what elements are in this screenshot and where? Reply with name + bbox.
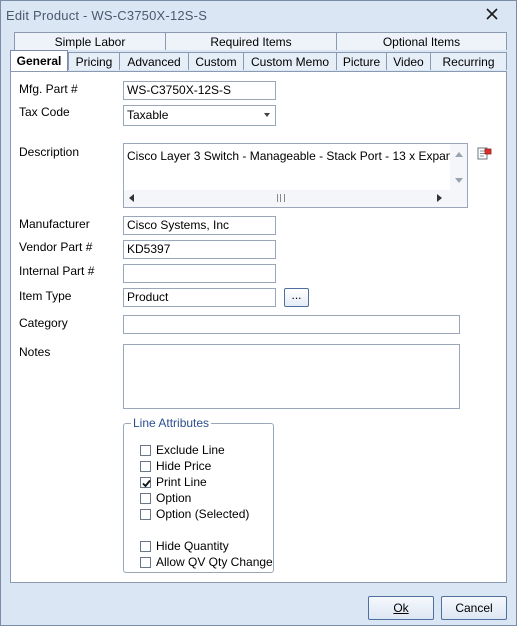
manufacturer-label: Manufacturer xyxy=(19,217,90,231)
category-label: Category xyxy=(19,316,68,330)
hide-price-checkbox[interactable]: Hide Price xyxy=(140,458,211,474)
tab-pricing[interactable]: Pricing xyxy=(68,52,120,70)
notes-field[interactable] xyxy=(123,344,460,409)
tab-required-items[interactable]: Required Items xyxy=(165,32,337,50)
checkmark-icon xyxy=(142,479,151,487)
mfg-part-label: Mfg. Part # xyxy=(19,82,78,96)
tab-row-bottom: General Pricing Advanced Custom Custom M… xyxy=(10,50,507,71)
option-checkbox[interactable]: Option xyxy=(140,490,191,506)
exclude-line-label: Exclude Line xyxy=(156,443,225,457)
tab-custom-memo[interactable]: Custom Memo xyxy=(243,52,337,70)
scroll-grip-icon[interactable] xyxy=(277,194,285,202)
tab-picture[interactable]: Picture xyxy=(336,52,387,70)
edit-product-window: Edit Product - WS-C3750X-12S-S Simple La… xyxy=(0,0,517,626)
mfg-part-field[interactable]: WS-C3750X-12S-S xyxy=(123,81,276,100)
internal-part-field[interactable] xyxy=(123,264,276,283)
close-icon xyxy=(486,8,498,20)
tax-code-value: Taxable xyxy=(127,108,169,122)
checkbox-box[interactable] xyxy=(140,508,151,520)
notes-label: Notes xyxy=(19,345,51,359)
category-field[interactable] xyxy=(123,315,460,334)
hide-price-label: Hide Price xyxy=(156,459,212,473)
exclude-line-checkbox[interactable]: Exclude Line xyxy=(140,442,225,458)
scroll-right-icon[interactable] xyxy=(437,194,442,202)
allow-qv-qty-change-label: Allow QV Qty Change xyxy=(156,555,273,569)
description-field[interactable]: Cisco Layer 3 Switch - Manageable - Stac… xyxy=(123,143,468,208)
checkbox-box[interactable] xyxy=(140,460,151,472)
checkbox-box[interactable] xyxy=(140,444,151,456)
cancel-label: Cancel xyxy=(455,601,493,615)
item-type-field[interactable]: Product xyxy=(123,288,276,307)
scroll-down-icon[interactable] xyxy=(455,178,463,183)
title-bar: Edit Product - WS-C3750X-12S-S xyxy=(1,1,516,31)
tax-code-select[interactable]: Taxable xyxy=(123,105,276,126)
line-attributes-title: Line Attributes xyxy=(131,416,212,430)
tab-row-top: Simple Labor Required Items Optional Ite… xyxy=(14,32,507,51)
window-title: Edit Product - WS-C3750X-12S-S xyxy=(6,8,208,23)
tab-advanced[interactable]: Advanced xyxy=(119,52,189,70)
general-panel: Mfg. Part # WS-C3750X-12S-S Tax Code Tax… xyxy=(10,71,507,583)
close-button[interactable] xyxy=(477,3,507,25)
option-selected-checkbox[interactable]: Option (Selected) xyxy=(140,506,249,522)
manufacturer-field[interactable]: Cisco Systems, Inc xyxy=(123,216,276,235)
internal-part-label: Internal Part # xyxy=(19,264,95,278)
hide-quantity-checkbox[interactable]: Hide Quantity xyxy=(140,538,229,554)
tab-custom[interactable]: Custom xyxy=(188,52,244,70)
cancel-button[interactable]: Cancel xyxy=(441,596,507,620)
spellcheck-icon[interactable] xyxy=(477,147,493,161)
tab-optional-items[interactable]: Optional Items xyxy=(336,32,507,50)
description-text: Cisco Layer 3 Switch - Manageable - Stac… xyxy=(127,149,465,163)
ok-label: Ok xyxy=(393,601,409,615)
scroll-up-icon[interactable] xyxy=(455,152,463,157)
print-line-checkbox[interactable]: Print Line xyxy=(140,474,207,490)
print-line-label: Print Line xyxy=(156,475,207,489)
tab-video[interactable]: Video xyxy=(386,52,431,70)
checkbox-box[interactable] xyxy=(140,540,151,552)
item-type-label: Item Type xyxy=(19,289,72,303)
chevron-down-icon xyxy=(264,113,270,117)
tax-code-label: Tax Code xyxy=(19,105,70,119)
scroll-left-icon[interactable] xyxy=(129,194,134,202)
option-label: Option xyxy=(156,491,192,505)
description-label: Description xyxy=(19,145,80,159)
tab-recurring[interactable]: Recurring xyxy=(430,52,507,70)
tab-general[interactable]: General xyxy=(10,50,68,71)
vendor-part-label: Vendor Part # xyxy=(19,240,93,254)
item-type-browse-button[interactable]: ... xyxy=(284,288,309,307)
tab-simple-labor[interactable]: Simple Labor xyxy=(14,32,166,50)
checkbox-box[interactable] xyxy=(140,476,151,488)
checkbox-box[interactable] xyxy=(140,492,151,504)
ok-button[interactable]: Ok xyxy=(368,596,434,620)
description-vertical-scrollbar[interactable] xyxy=(450,144,467,190)
scroll-grip-line xyxy=(280,194,281,202)
vendor-part-field[interactable]: KD5397 xyxy=(123,240,276,259)
description-horizontal-scrollbar[interactable] xyxy=(124,190,467,207)
checkbox-box[interactable] xyxy=(140,556,151,568)
allow-qv-qty-change-checkbox[interactable]: Allow QV Qty Change xyxy=(140,554,273,570)
option-selected-label: Option (Selected) xyxy=(156,507,250,521)
hide-quantity-label: Hide Quantity xyxy=(156,539,229,553)
line-attributes-group: Line Attributes Exclude Line Hide Price … xyxy=(123,416,274,573)
